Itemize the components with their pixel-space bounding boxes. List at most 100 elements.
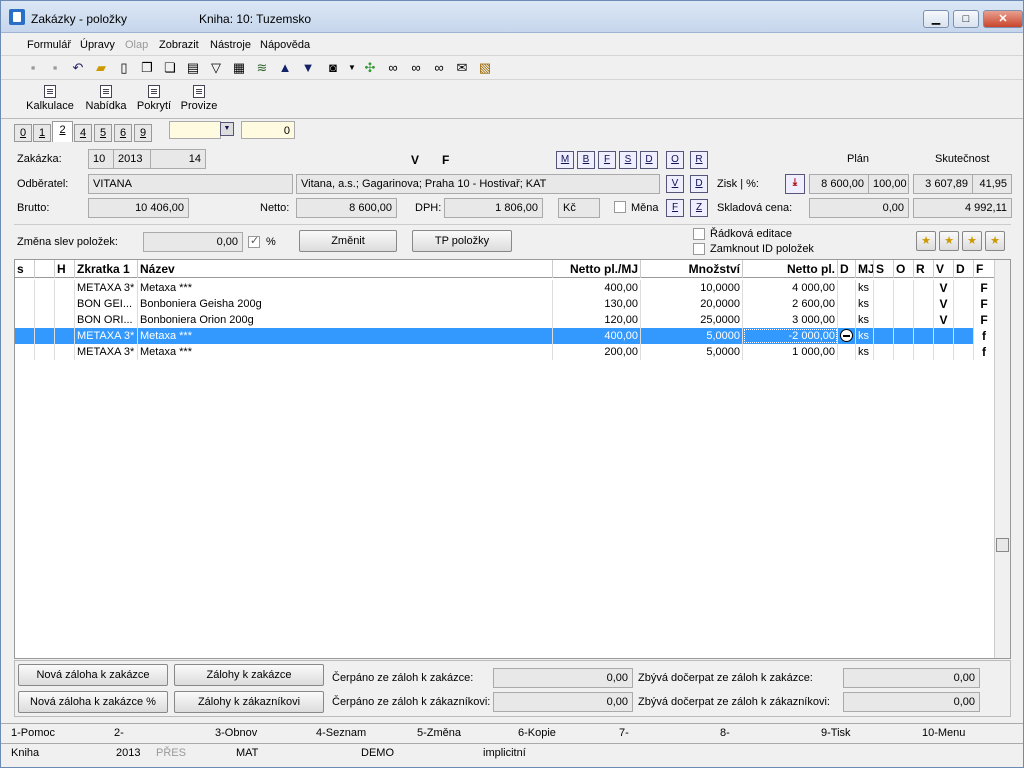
chevron-down-icon[interactable]: ▼ [220,122,234,136]
cell-nazev[interactable]: Metaxa *** [138,344,553,360]
b-button[interactable]: B [577,151,595,169]
undo-icon[interactable]: ↶ [69,59,87,77]
cell-empty[interactable] [15,328,35,344]
star-icon[interactable]: ★ [916,231,936,251]
star-remove-icon[interactable]: ★ [962,231,982,251]
menu-nastroje[interactable]: Nástroje [210,39,251,51]
arrow-up-icon[interactable]: ▲ [276,59,294,77]
col-s[interactable]: s [15,260,35,278]
cell-empty[interactable] [954,328,974,344]
scroll-thumb[interactable] [996,538,1009,552]
col-v[interactable]: V [934,260,954,278]
cell-empty[interactable] [15,344,35,360]
col-nazev[interactable]: Název [138,260,553,278]
nova-zaloha-button[interactable]: Nová záloha k zakázce [18,664,168,686]
cell-empty[interactable] [954,344,974,360]
s-button[interactable]: S [619,151,637,169]
cell-empty[interactable] [55,344,75,360]
col-mj[interactable]: MJ [856,260,874,278]
cell-v[interactable]: V [934,296,954,312]
cell-d[interactable] [838,280,856,296]
cell-mj[interactable]: ks [856,328,874,344]
cell-v[interactable]: V [934,280,954,296]
copy-icon[interactable]: ❐ [138,59,156,77]
zakazka-year-field[interactable]: 2013 [113,149,151,169]
cell-empty[interactable] [894,328,914,344]
v-button[interactable]: V [666,175,684,193]
tp-polozky-button[interactable]: TP položky [412,230,512,252]
d-button[interactable]: D [640,151,658,169]
cell-mj[interactable]: ks [856,296,874,312]
cell-empty[interactable] [874,344,894,360]
zmenit-button[interactable]: Změnit [299,230,397,252]
binoculars-icon[interactable]: ∞ [384,59,402,77]
menu-napoveda[interactable]: Nápověda [260,39,310,51]
fkey-6[interactable]: 6-Kopie [518,727,556,739]
cell-empty[interactable] [55,328,75,344]
cell-mj[interactable]: ks [856,344,874,360]
table-row[interactable]: METAXA 3* Metaxa *** 400,00 5,0000 -2 000,00… [15,328,995,344]
cell-empty[interactable] [914,344,934,360]
cell-netto[interactable]: 2 600,00 [743,296,838,312]
cell-netto_mj[interactable]: 130,00 [553,296,641,312]
cell-empty[interactable] [55,296,75,312]
fkey-7[interactable]: 7- [619,727,629,739]
cell-empty[interactable] [874,328,894,344]
tab-6[interactable]: 6 [114,124,132,142]
cell-nazev[interactable]: Bonboniera Orion 200g [138,312,553,328]
table-row[interactable]: BON ORI... Bonboniera Orion 200g 120,00 25,… [15,312,995,328]
cell-empty[interactable] [15,296,35,312]
cell-netto[interactable]: 1 000,00 [743,344,838,360]
tab-4[interactable]: 4 [74,124,92,142]
cell-mnozstvi[interactable]: 5,0000 [641,344,743,360]
cell-empty[interactable] [874,296,894,312]
tab-9[interactable]: 9 [134,124,152,142]
radkova-checkbox[interactable] [693,228,705,240]
cell-d[interactable] [838,296,856,312]
tab-0[interactable]: 0 [14,124,32,142]
cell-empty[interactable] [954,296,974,312]
brutto-field[interactable]: 10 406,00 [88,198,189,218]
cell-v[interactable] [934,344,954,360]
z-button[interactable]: Z [690,199,708,217]
col-h[interactable]: H [55,260,75,278]
table-row[interactable]: METAXA 3* Metaxa *** 400,00 10,0000 4 000,00… [15,280,995,296]
cell-zkratka[interactable]: BON GEI... [75,296,138,312]
menu-zobrazit[interactable]: Zobrazit [159,39,199,51]
cell-zkratka[interactable]: METAXA 3* [75,344,138,360]
cell-empty[interactable] [55,312,75,328]
tab-1[interactable]: 1 [33,124,51,142]
notes-icon[interactable]: ▧ [476,59,494,77]
cell-nazev[interactable]: Bonboniera Geisha 200g [138,296,553,312]
cell-f[interactable]: F [974,280,995,296]
nova-zaloha-pct-button[interactable]: Nová záloha k zakázce % [18,691,168,713]
col-mnozstvi[interactable]: Množství [641,260,743,278]
zmena-slev-field[interactable]: 0,00 [143,232,243,252]
cell-empty[interactable] [954,280,974,296]
cell-f[interactable]: f [974,344,995,360]
currency-field[interactable]: Kč [558,198,600,218]
fkey-10[interactable]: 10-Menu [922,727,965,739]
f-button[interactable]: F [598,151,616,169]
close-button[interactable]: ✕ [983,10,1023,28]
cell-empty[interactable] [15,312,35,328]
cell-f[interactable]: F [974,312,995,328]
minimize-button[interactable]: ▁ [923,10,949,28]
cell-empty[interactable] [894,280,914,296]
cell-empty[interactable] [894,312,914,328]
mail-icon[interactable]: ✉ [453,59,471,77]
cell-nazev[interactable]: Metaxa *** [138,328,553,344]
cell-f[interactable]: F [974,296,995,312]
zalohy-zakaznik-button[interactable]: Zálohy k zákazníkovi [174,691,324,713]
cell-d[interactable] [838,312,856,328]
fkey-5[interactable]: 5-Změna [417,727,461,739]
col-netto[interactable]: Netto pl. [743,260,838,278]
binoculars-up-icon[interactable]: ∞ [430,59,448,77]
cell-empty[interactable] [954,312,974,328]
arrow-down-icon[interactable]: ▼ [299,59,317,77]
cell-mnozstvi[interactable]: 20,0000 [641,296,743,312]
f2-button[interactable]: F [666,199,684,217]
o-button[interactable]: O [666,151,684,169]
fkey-1[interactable]: 1-Pomoc [11,727,55,739]
col-r[interactable]: R [914,260,934,278]
